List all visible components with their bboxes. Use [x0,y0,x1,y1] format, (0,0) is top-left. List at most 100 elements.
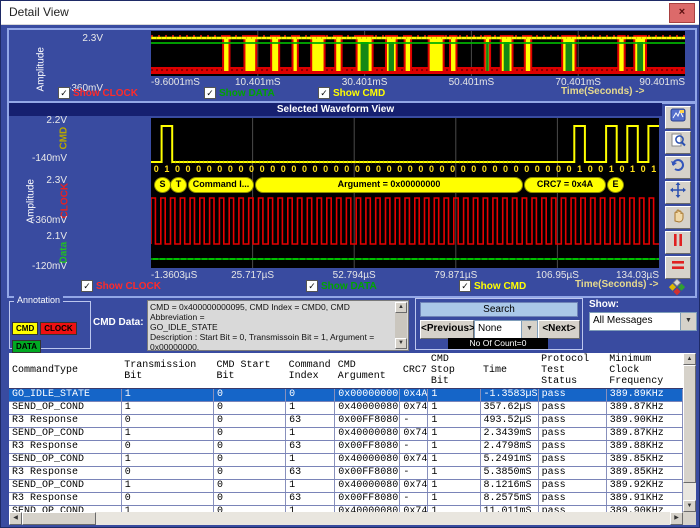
table-row[interactable]: R3 Response00630x00FF8080-18.2575mSpass3… [9,493,683,506]
cmd-data-box[interactable]: CMD = 0x400000000095, CMD Index = CMD0, … [147,300,409,351]
bit-value: 0 [469,164,480,174]
show-channel-checkbox[interactable]: ✓Show DATA [204,87,275,99]
table-cell: 63 [286,415,335,428]
checkbox-check-icon[interactable]: ✓ [58,87,70,99]
show-channel-checkbox[interactable]: ✓Show CLOCK [81,280,161,292]
undo-button[interactable] [665,156,691,179]
column-header[interactable]: CommandType [9,353,121,389]
show-channel-checkbox[interactable]: ✓Show CMD [459,280,526,292]
show-filter-dropdown[interactable]: All Messages ▼ [589,312,697,331]
table-cell: 1 [121,454,213,467]
search-selector-dropdown[interactable]: None ▼ [474,320,538,339]
column-header[interactable]: Command Index [286,353,335,389]
cmd-data-scrollbar[interactable]: ▲ ▼ [395,302,407,349]
table-cell: - [400,493,428,506]
checkbox-check-icon[interactable]: ✓ [318,87,330,99]
checkbox-label: Show CMD [333,88,385,99]
decode-bubble: Argument = 0x00000000 [255,177,523,193]
channel-chip-cmd[interactable]: CMD [12,322,38,335]
column-header[interactable]: CRC7 [400,353,428,389]
scroll-up-icon[interactable]: ▲ [395,302,407,313]
vertical-cursors-icon [671,233,685,252]
table-row[interactable]: R3 Response00630x00FF8080-12.4798mSpass3… [9,441,683,454]
overview-plot[interactable] [151,31,685,76]
selected-waveform-plot[interactable]: 0100000000000000000000000000000000000000… [151,118,659,268]
scope-settings-button[interactable] [665,106,691,129]
pan-hand-button[interactable] [665,206,691,229]
checkbox-label: Show DATA [219,88,275,99]
table-cell: 0x00FF8080 [335,467,400,480]
column-header[interactable]: CMD Argument [335,353,400,389]
scroll-down-icon[interactable]: ▼ [395,338,407,349]
horizontal-cursors-button[interactable] [665,256,691,279]
scroll-down-icon[interactable]: ▼ [683,500,696,512]
scroll-up-icon[interactable]: ▲ [683,353,696,365]
next-button[interactable]: <Next> [538,320,580,339]
table-row[interactable]: GO_IDLE_STATE1000x000000000x4A1-1.3583µS… [9,389,683,402]
bit-value: 0 [405,164,416,174]
table-cell: GO_IDLE_STATE [9,389,121,402]
channel-chip-clock[interactable]: CLOCK [40,322,76,335]
move-button[interactable] [665,181,691,204]
table-cell: 389.89KHz [606,389,682,402]
scroll-right-icon[interactable]: ▶ [670,512,683,525]
table-cell: 493.52µS [480,415,538,428]
bit-value: 0 [500,164,511,174]
scrollbar-thumb[interactable] [22,512,96,525]
checkbox-check-icon[interactable]: ✓ [204,87,216,99]
table-cell: 0 [121,493,213,506]
table-cell: 0x4A [400,389,428,402]
zoom-page-button[interactable] [665,131,691,154]
table-cell: 2.3439mS [480,428,538,441]
table-cell: 0 [121,415,213,428]
zoom-page-icon [670,132,686,153]
column-header[interactable]: Protocol Test Status [538,353,606,389]
table-cell: pass [538,389,606,402]
column-header[interactable]: Minimum Clock Frequency [606,353,682,389]
previous-button[interactable]: <Previous> [420,320,474,339]
table-row[interactable]: R3 Response00630x00FF8080-1493.52µSpass3… [9,415,683,428]
column-header[interactable]: CMD Stop Bit [428,353,480,389]
table-cell: 1 [121,402,213,415]
bit-value: 0 [490,164,501,174]
window-title: Detail View [9,5,69,19]
table-cell: 0 [213,402,285,415]
table-cell: 0x74 [400,454,428,467]
bit-value: 0 [585,164,596,174]
channel-chip-data[interactable]: DATA [12,340,41,353]
table-row[interactable]: SEND_OP_COND1010x400000800x7415.2491mSpa… [9,454,683,467]
table-cell: 389.87KHz [606,428,682,441]
table-vertical-scrollbar[interactable]: ▲ ▼ [683,353,696,512]
selected-view-title: Selected Waveform View [9,103,662,116]
checkbox-check-icon[interactable]: ✓ [81,280,93,292]
chevron-down-icon[interactable]: ▼ [521,321,537,338]
checkbox-check-icon[interactable]: ✓ [459,280,471,292]
table-horizontal-scrollbar[interactable]: ◀ ▶ [9,512,683,525]
show-channel-checkbox[interactable]: ✓Show CMD [318,87,385,99]
table-row[interactable]: R3 Response00630x00FF8080-15.3850mSpass3… [9,467,683,480]
channel-legend-chips: CMDCLOCK DATA [12,318,88,354]
bit-value: 0 [384,164,395,174]
chevron-down-icon[interactable]: ▼ [680,313,696,330]
table-row[interactable]: SEND_OP_COND1010x400000800x7412.3439mSpa… [9,428,683,441]
bit-value: 1 [162,164,173,174]
column-header[interactable]: Transmission Bit [121,353,213,389]
vertical-cursors-button[interactable] [665,231,691,254]
checkbox-check-icon[interactable]: ✓ [306,280,318,292]
bit-value: 0 [331,164,342,174]
show-channel-checkbox[interactable]: ✓Show CLOCK [58,87,138,99]
close-icon[interactable]: × [669,3,695,23]
column-header[interactable]: CMD Start Bit [213,353,285,389]
color-pinwheel-icon[interactable] [667,279,687,302]
search-group: Search <Previous> None ▼ <Next> No Of Co… [415,298,583,350]
table-row[interactable]: SEND_OP_COND1010x400000800x7418.1216mSpa… [9,480,683,493]
table-cell: 8.1216mS [480,480,538,493]
table-row[interactable]: SEND_OP_COND1010x400000800x741357.62µSpa… [9,402,683,415]
table-cell: 63 [286,467,335,480]
scrollbar-thumb[interactable] [683,365,696,483]
show-channel-checkbox[interactable]: ✓Show DATA [306,280,377,292]
column-header[interactable]: Time [480,353,538,389]
bit-value: 0 [638,164,649,174]
scroll-left-icon[interactable]: ◀ [9,512,22,525]
table-header-row: CommandTypeTransmission BitCMD Start Bit… [9,353,683,389]
